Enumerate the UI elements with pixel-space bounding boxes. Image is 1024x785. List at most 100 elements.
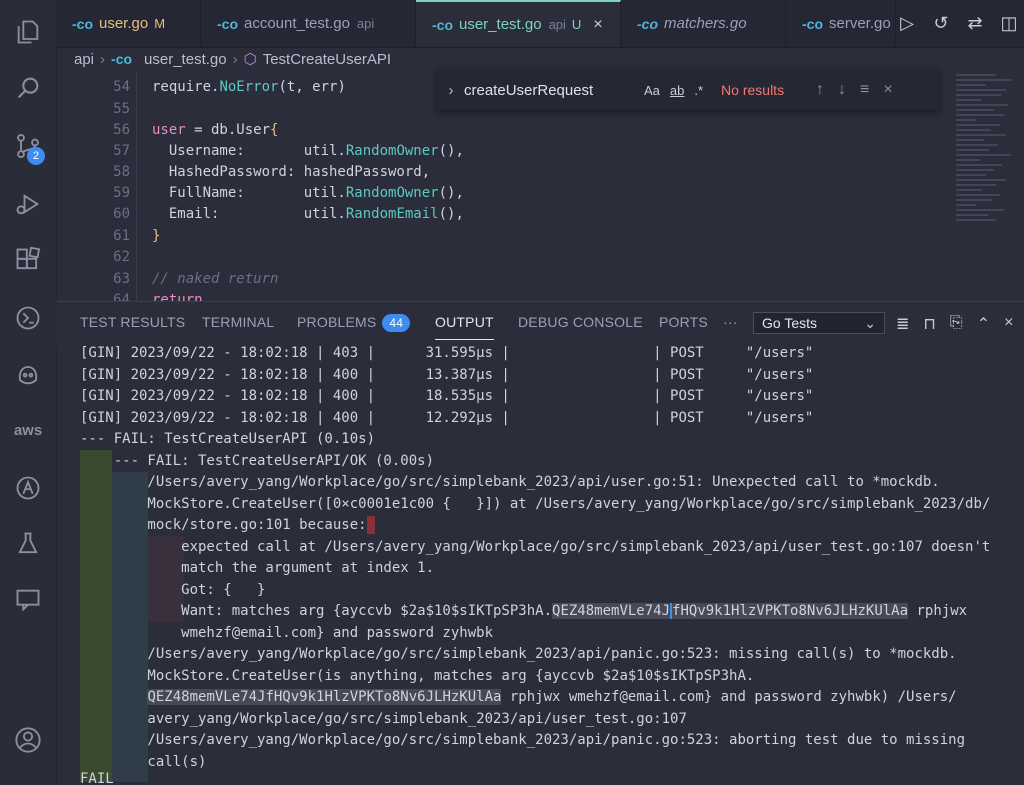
tab-test-results[interactable]: TEST RESULTS: [80, 314, 185, 330]
breadcrumb-symbol[interactable]: TestCreateUserAPI: [263, 51, 391, 68]
go-file-icon: -co: [432, 16, 453, 33]
code-line: 61 }: [113, 228, 161, 244]
find-widget: › createUserRequest Aa ab .* No results …: [438, 70, 938, 110]
output-line: [GIN] 2023/09/22 - 18:02:18 | 400 | 13.3…: [80, 366, 814, 383]
testing-icon[interactable]: [12, 528, 44, 560]
modified-flag: M: [154, 16, 166, 31]
go-file-icon: -co: [802, 15, 823, 32]
output-line: [GIN] 2023/09/22 - 18:02:18 | 403 | 31.5…: [80, 345, 814, 361]
tab-terminal[interactable]: TERMINAL: [202, 314, 274, 330]
chevron-right-icon: ›: [100, 50, 106, 68]
output-line: Want: matches arg {ayccvb $2a$10$sIKTpSP…: [80, 603, 968, 619]
output-line: QEZ48memVLe74JfHQv9k1HlzVPKTo8Nv6JLHzKUl…: [147, 689, 957, 705]
output-line: wmehzf@email.com} and password zyhwbk: [80, 624, 494, 641]
run-debug-icon[interactable]: [12, 188, 44, 220]
output-line: MockStore.CreateUser(is anything, matche…: [80, 667, 755, 684]
copilot-icon[interactable]: [12, 358, 44, 390]
code-line: 64 return: [113, 292, 203, 301]
extensions-icon[interactable]: [12, 244, 44, 276]
output-line: [GIN] 2023/09/22 - 18:02:18 | 400 | 18.5…: [80, 388, 814, 404]
account-icon[interactable]: [12, 724, 44, 756]
search-icon[interactable]: [12, 72, 44, 104]
activity-bar: 2 aws: [0, 0, 57, 785]
breadcrumb-folder[interactable]: api: [74, 51, 94, 68]
breadcrumb-file[interactable]: user_test.go: [144, 51, 227, 68]
source-control-badge: 2: [27, 147, 45, 165]
tab-folder: api: [356, 16, 375, 31]
maximize-panel-icon[interactable]: ⌃: [977, 314, 990, 334]
error-marker: [366, 516, 375, 534]
more-actions-icon[interactable]: ···: [723, 314, 738, 330]
function-symbol-icon: ⬡: [243, 51, 257, 68]
output-line: [GIN] 2023/09/22 - 18:02:18 | 400 | 12.2…: [80, 409, 814, 426]
code-line: 60 Email: util.RandomEmail(),: [113, 206, 464, 222]
angular-icon[interactable]: [12, 472, 44, 504]
untracked-flag: U: [571, 17, 582, 32]
output-line: MockStore.CreateUser([0×c0001e1c00 { }])…: [80, 495, 991, 512]
compare-changes-icon[interactable]: ⇄: [964, 13, 986, 34]
code-line: 59 FullName: util.RandomOwner(),: [113, 185, 464, 201]
output-line: avery_yang/Workplace/go/src/simplebank_2…: [80, 710, 687, 727]
go-file-icon: -co: [111, 51, 133, 67]
code-line: 56 user = db.User{: [113, 122, 279, 138]
go-file-icon: -co: [637, 15, 658, 32]
chevron-down-icon: ⌄: [864, 315, 876, 331]
history-icon[interactable]: ↺: [930, 13, 952, 34]
tab-ports[interactable]: PORTS: [659, 314, 708, 330]
tab-label: account_test.go: [244, 15, 350, 32]
tab-problems[interactable]: PROBLEMS 44: [297, 314, 411, 332]
tab-matchers-go[interactable]: -co matchers.go: [621, 0, 786, 47]
chevron-right-icon: ›: [232, 50, 238, 68]
tab-account-test-go[interactable]: -co account_test.go api: [201, 0, 416, 47]
use-regex-toggle[interactable]: .*: [694, 83, 703, 98]
panel-tab-bar: TEST RESULTS TERMINAL PROBLEMS 44 OUTPUT …: [56, 301, 1024, 346]
clear-output-icon[interactable]: ≣: [896, 314, 909, 334]
remote-explorer-icon[interactable]: [12, 302, 44, 334]
comments-icon[interactable]: [12, 584, 44, 616]
next-match-icon[interactable]: ↓: [838, 81, 846, 99]
panel-actions: ≣ ⊓ ⎘ ⌃ ×: [896, 314, 1013, 334]
tab-label: server.go: [829, 15, 891, 32]
close-icon[interactable]: ×: [593, 16, 602, 34]
tab-label: matchers.go: [664, 15, 747, 32]
problems-count-badge: 44: [382, 314, 411, 332]
toggle-replace-icon[interactable]: ›: [438, 82, 464, 99]
output-line: mock/store.go:101 because:: [80, 515, 375, 537]
match-whole-word-toggle[interactable]: ab: [670, 83, 684, 98]
code-line: 57 Username: util.RandomOwner(),: [113, 143, 464, 159]
close-icon[interactable]: ×: [883, 81, 892, 99]
split-editor-icon[interactable]: ◫: [998, 13, 1020, 34]
tab-output[interactable]: OUTPUT: [435, 314, 494, 340]
find-in-selection-icon[interactable]: ≡: [860, 81, 869, 99]
editor-actions: ▷ ↺ ⇄ ◫: [896, 13, 1020, 34]
tab-user-go[interactable]: -co user.go M: [56, 0, 201, 47]
previous-match-icon[interactable]: ↑: [816, 81, 824, 99]
tab-label: user.go: [99, 15, 149, 32]
editor-tab-bar: -co user.go M -co account_test.go api -c…: [56, 0, 1024, 48]
output-line: Got: { }: [80, 581, 266, 598]
output-line: FAIL: [80, 771, 114, 785]
open-in-editor-icon[interactable]: ⎘: [950, 314, 963, 334]
tab-debug-console[interactable]: DEBUG CONSOLE: [518, 314, 643, 330]
find-input[interactable]: createUserRequest: [464, 82, 644, 99]
output-channel-select[interactable]: Go Tests ⌄: [753, 312, 885, 334]
breadcrumb: api › -co user_test.go › ⬡ TestCreateUse…: [56, 47, 1024, 71]
output-line: /Users/avery_yang/Workplace/go/src/simpl…: [80, 646, 957, 662]
minimap[interactable]: [956, 71, 1016, 301]
tab-server-go[interactable]: -co server.go: [786, 0, 896, 47]
close-panel-icon[interactable]: ×: [1004, 314, 1013, 334]
tab-user-test-go[interactable]: -co user_test.go api U ×: [416, 0, 621, 47]
code-line: 62: [113, 249, 130, 265]
output-line: match the argument at index 1.: [80, 560, 435, 576]
aws-icon[interactable]: aws: [12, 414, 44, 446]
go-file-icon: -co: [72, 15, 93, 32]
run-icon[interactable]: ▷: [896, 13, 918, 34]
output-view[interactable]: [GIN] 2023/09/22 - 18:02:18 | 403 | 31.5…: [56, 343, 1024, 785]
output-line: /Users/avery_yang/Workplace/go/src/simpl…: [80, 474, 940, 490]
lock-scroll-icon[interactable]: ⊓: [923, 314, 935, 334]
match-case-toggle[interactable]: Aa: [644, 83, 660, 98]
code-line: 58 HashedPassword: hashedPassword,: [113, 164, 431, 180]
output-line: /Users/avery_yang/Workplace/go/src/simpl…: [80, 732, 966, 748]
tab-folder: api: [548, 17, 566, 32]
explorer-icon[interactable]: [12, 16, 44, 48]
